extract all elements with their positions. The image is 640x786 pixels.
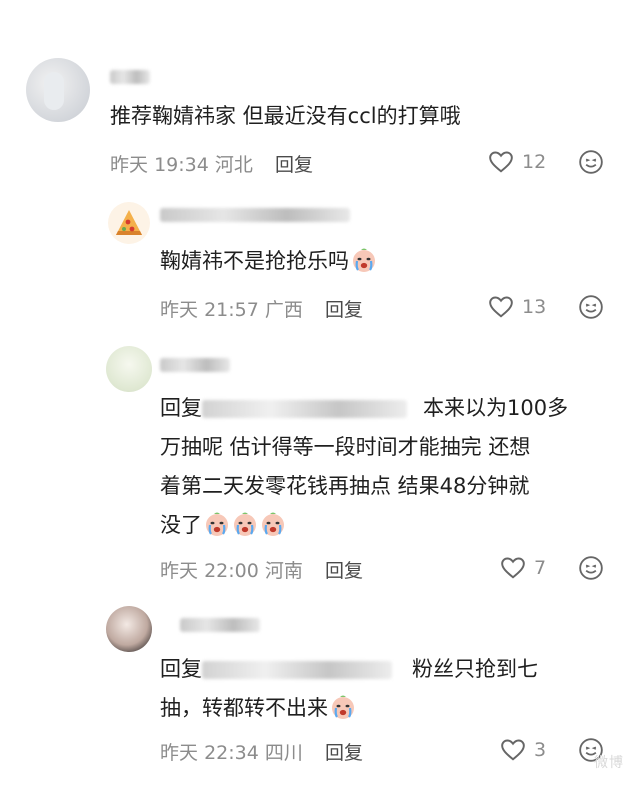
comment-meta: 昨天 22:34 四川 回复 bbox=[160, 738, 363, 765]
username-blurred[interactable] bbox=[180, 618, 260, 632]
comment-meta: 昨天 22:00 河南 回复 bbox=[160, 556, 363, 583]
crying-emoji bbox=[330, 694, 356, 720]
like-button[interactable]: 13 bbox=[488, 294, 546, 320]
pizza-icon bbox=[116, 210, 142, 235]
mention-blurred[interactable] bbox=[202, 400, 407, 418]
avatar[interactable] bbox=[106, 606, 152, 652]
comment-date: 昨天 bbox=[110, 154, 149, 176]
comment-body-line2: 万抽呢 估计得等一段时间才能抽完 还想 bbox=[160, 435, 531, 459]
smile-face-icon[interactable] bbox=[578, 294, 604, 320]
comment-time: 21:57 bbox=[204, 299, 259, 321]
comment-meta: 昨天 21:57 广西 回复 bbox=[160, 295, 363, 322]
heart-outline-icon bbox=[500, 555, 526, 581]
like-button[interactable]: 12 bbox=[488, 149, 546, 175]
comment-time: 22:00 bbox=[204, 560, 259, 582]
reply-button[interactable]: 回复 bbox=[325, 299, 363, 321]
reply-prefix: 回复 bbox=[160, 396, 202, 420]
like-count: 13 bbox=[522, 296, 547, 318]
crying-emoji bbox=[351, 247, 377, 273]
crying-emoji bbox=[204, 511, 230, 537]
like-count: 7 bbox=[534, 557, 547, 579]
comment-location: 四川 bbox=[264, 742, 303, 764]
username-blurred[interactable] bbox=[160, 208, 350, 222]
comment-body-line1: 粉丝只抢到七 bbox=[412, 657, 538, 681]
comment-body: 鞠婧祎不是抢抢乐吗 bbox=[160, 249, 349, 273]
comment-date: 昨天 bbox=[160, 742, 199, 764]
smile-face-icon[interactable] bbox=[578, 149, 604, 175]
heart-outline-icon bbox=[488, 294, 514, 320]
heart-outline-icon bbox=[500, 737, 526, 763]
heart-outline-icon bbox=[488, 149, 514, 175]
comment-date: 昨天 bbox=[160, 299, 199, 321]
reply-button[interactable]: 回复 bbox=[325, 560, 363, 582]
pizza-avatar[interactable] bbox=[108, 202, 150, 244]
watermark: 微博 bbox=[594, 755, 624, 771]
comment-time: 22:34 bbox=[204, 742, 259, 764]
comment-body-line2: 抽，转都转不出来 bbox=[160, 696, 328, 720]
reply-button[interactable]: 回复 bbox=[275, 154, 313, 176]
comment-body-line3: 着第二天发零花钱再抽点 结果48分钟就 bbox=[160, 474, 530, 498]
comment-body-line1: 本来以为100多 bbox=[423, 396, 569, 420]
smile-face-icon[interactable] bbox=[578, 555, 604, 581]
comment-text: 回复 本来以为100多 万抽呢 估计得等一段时间才能抽完 还想 着第二天发零花钱再… bbox=[160, 389, 568, 545]
like-count: 12 bbox=[522, 151, 547, 173]
comment-date: 昨天 bbox=[160, 560, 199, 582]
comment-meta: 昨天 19:34 河北 回复 bbox=[110, 150, 313, 177]
comment-text: 回复 粉丝只抢到七 抽，转都转不出来 bbox=[160, 650, 538, 728]
comment-location: 河北 bbox=[214, 154, 253, 176]
crying-emoji bbox=[260, 511, 286, 537]
crying-emoji bbox=[232, 511, 258, 537]
username-blurred[interactable] bbox=[110, 70, 150, 84]
like-count: 3 bbox=[534, 739, 547, 761]
comment-location: 广西 bbox=[264, 299, 303, 321]
comment-text: 鞠婧祎不是抢抢乐吗 bbox=[160, 242, 377, 281]
comment-time: 19:34 bbox=[154, 154, 209, 176]
avatar[interactable] bbox=[106, 346, 152, 392]
reply-prefix: 回复 bbox=[160, 657, 202, 681]
mention-blurred[interactable] bbox=[202, 661, 392, 679]
reply-button[interactable]: 回复 bbox=[325, 742, 363, 764]
comment-text: 推荐鞠婧祎家 但最近没有ccl的打算哦 bbox=[110, 104, 461, 128]
like-button[interactable]: 3 bbox=[500, 737, 546, 763]
username-blurred[interactable] bbox=[160, 358, 230, 372]
comment-body-line4: 没了 bbox=[160, 513, 202, 537]
comment-location: 河南 bbox=[264, 560, 303, 582]
like-button[interactable]: 7 bbox=[500, 555, 546, 581]
avatar[interactable] bbox=[26, 58, 90, 122]
